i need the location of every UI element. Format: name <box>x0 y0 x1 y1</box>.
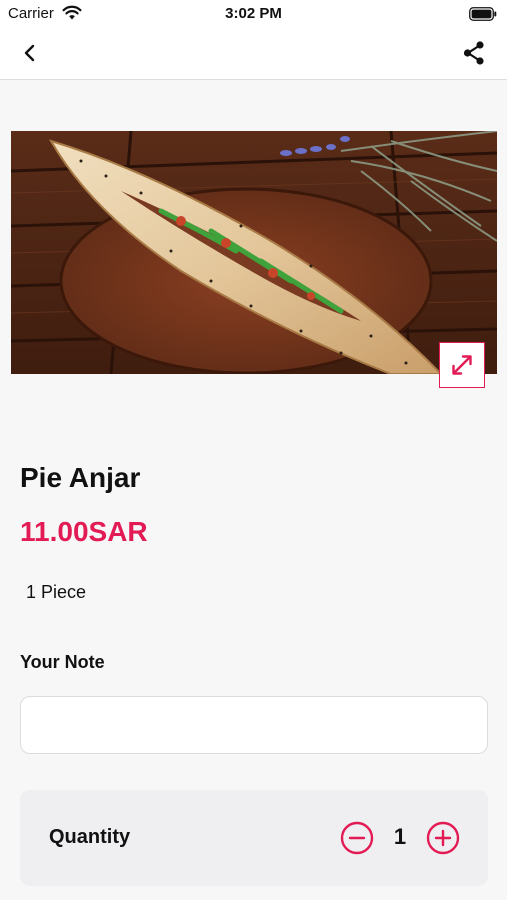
share-icon <box>463 41 484 65</box>
quantity-card: Quantity 1 <box>20 790 488 886</box>
status-bar: Carrier 3:02 PM <box>0 0 507 28</box>
clock: 3:02 PM <box>225 5 282 22</box>
product-title: Pie Anjar <box>20 462 141 493</box>
decrease-quantity-button[interactable] <box>340 821 374 855</box>
quantity-value: 1 <box>393 824 407 849</box>
share-button[interactable] <box>461 40 487 66</box>
product-unit: 1 Piece <box>26 582 87 602</box>
nav-bar <box>0 28 507 80</box>
chevron-left-icon <box>24 44 35 62</box>
battery-icon <box>469 7 497 26</box>
minus-circle-icon <box>340 821 374 855</box>
product-image[interactable] <box>11 131 497 374</box>
quantity-label: Quantity <box>49 826 131 848</box>
note-input[interactable] <box>20 696 488 754</box>
plus-circle-icon <box>426 821 460 855</box>
expand-icon <box>452 355 472 375</box>
expand-image-button[interactable] <box>439 342 485 388</box>
product-price: 11.00SAR <box>20 516 148 547</box>
increase-quantity-button[interactable] <box>426 821 460 855</box>
back-button[interactable] <box>18 41 42 65</box>
note-label: Your Note <box>20 652 105 672</box>
